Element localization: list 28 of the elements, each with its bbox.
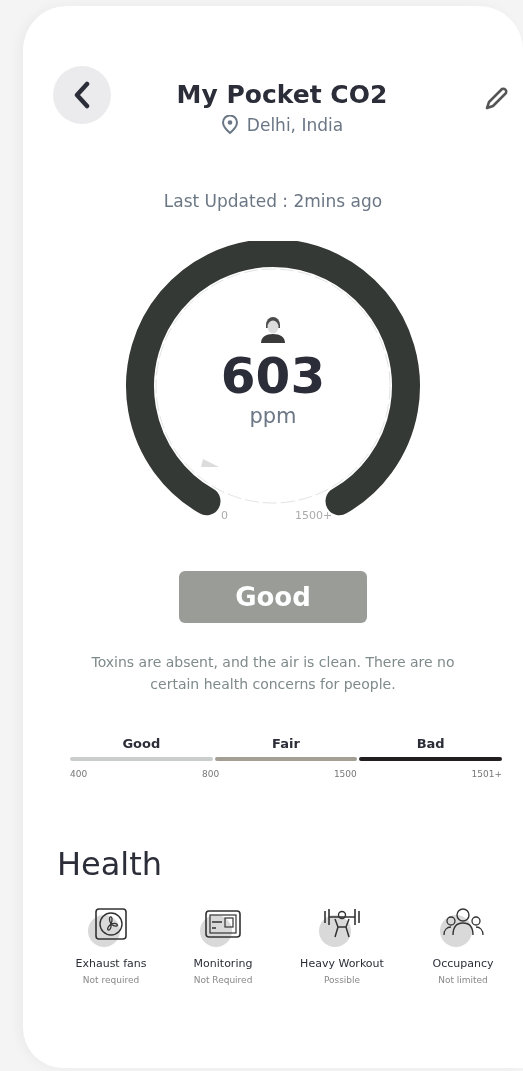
co2-value: 603 [220,349,326,404]
health-item-name: Exhaust fans [75,956,147,970]
scale-label: Bad [416,735,445,751]
status-badge: Good [179,571,367,623]
gauge-max-label: 1500+ [295,509,333,522]
health-item-status: Possible [323,974,361,985]
scale-tick: 1500 [333,768,357,779]
health-item-status: Not required [82,974,140,985]
pointer-icon [201,459,219,467]
location-pin-icon [220,115,239,135]
last-updated-text: Last Updated : 2mins ago [163,191,383,211]
scale-tick: 1501+ [471,768,502,779]
health-item-status: Not Required [193,974,253,985]
scale-tick: 800 [201,768,220,779]
health-item-name: Occupancy [432,956,494,970]
person-icon [260,315,286,343]
health-item-name: Heavy Workout [300,956,384,970]
gauge-min-label: 0 [221,509,228,522]
scale-label: Good [122,735,161,751]
scale-tick: 400 [70,768,88,779]
status-description: Toxins are absent, and the air is clean. There are no certain health concerns for people. [90,653,456,695]
health-item-status: Not limited [438,974,488,985]
device-title: My Pocket CO2 [176,80,388,109]
scale-label: Fair [272,735,300,751]
health-item-name: Monitoring [193,956,253,970]
health-heading: Health [56,844,164,883]
unit-label: ppm [249,404,297,428]
location-text: Delhi, India [246,115,344,135]
